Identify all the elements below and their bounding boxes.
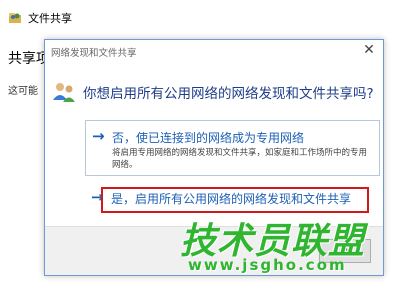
option-no-title: 否，使已连接到的网络成为专用网络 [112, 131, 305, 145]
background-subtext: 这可能 [8, 86, 38, 97]
dialog-question: 你想启用所有公用网络的网络发现和文件共享吗? [83, 86, 374, 102]
dialog-title: 网络发现和文件共享 [51, 48, 137, 59]
dialog-titlebar: 网络发现和文件共享 ✕ [45, 40, 383, 62]
highlight-box [101, 187, 369, 213]
arrow-right-icon: → [92, 127, 105, 145]
watermark-url: www.jsgho.com [188, 256, 347, 274]
option-make-private-network[interactable]: → 否，使已连接到的网络成为专用网络 将启用专用网络的网络发现和文件共享，如家庭… [85, 120, 380, 176]
close-icon[interactable]: ✕ [359, 41, 379, 59]
background-titlebar: 文件共享 [0, 0, 406, 30]
option-no-description: 将启用专用网络的网络发现和文件共享，如家庭和工作场所中的专用网络。 [112, 148, 368, 170]
watermark: 技术员联盟 www.jsgho.com [180, 212, 380, 278]
network-share-icon [9, 13, 21, 23]
users-network-icon [53, 83, 75, 102]
background-window-title: 文件共享 [28, 12, 72, 25]
